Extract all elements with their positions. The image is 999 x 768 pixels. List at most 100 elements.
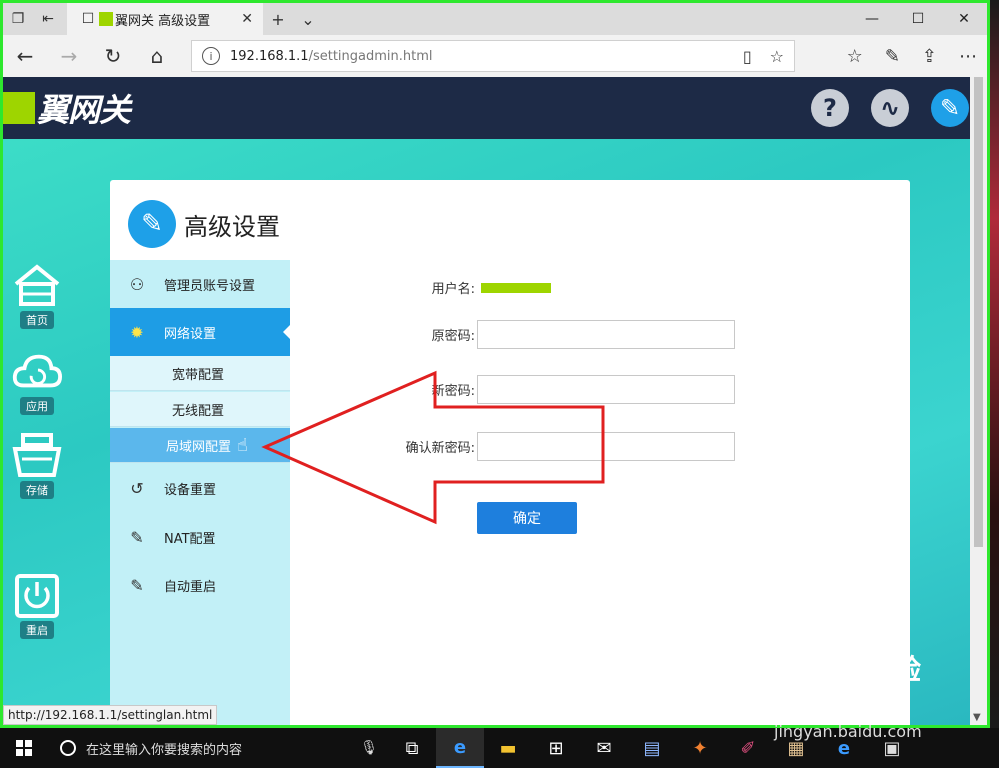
storage-basket-icon [12,433,62,479]
confirm-password-label: 确认新密码: [405,441,475,456]
taskbar-search-placeholder: 在这里输入你要搜索的内容 [86,742,243,758]
scroll-thumb[interactable] [974,77,983,547]
browser-toolbar: ☆ ✎ ⇪ ⋯ [847,35,977,77]
remote-desktop-icon[interactable]: ▤ [628,728,676,768]
store-icon[interactable]: ⊞ [532,728,580,768]
status-url-tooltip: http://192.168.1.1/settinglan.html [3,705,218,725]
edge-browser-icon[interactable]: e [436,728,484,768]
pen-notes-icon[interactable]: ✎ [885,46,900,67]
web-page: 翼网关 ? ∿ ✎ 首页 应用 存储 重启 ✎ 高级设置 ⚇ 管理员账号设置 ✹… [3,77,971,725]
url-field[interactable]: i 192.168.1.1 /settingadmin.html ▯ ☆ [191,40,795,72]
old-password-label: 原密码: [431,329,475,344]
settings-panel: ✎ 高级设置 ⚇ 管理员账号设置 ✹ 网络设置 宽带配置 无线配置 局域网配置 … [110,180,910,725]
settings-wrench-icon[interactable]: ✎ [931,89,969,127]
reading-view-icon[interactable]: ▯ [743,47,752,66]
back-button[interactable]: ← [3,35,47,77]
forward-button[interactable]: → [47,35,91,77]
nav-apps-label: 应用 [20,397,54,415]
menu-item-label: 设备重置 [164,482,217,498]
microphone-icon[interactable]: 🎙 [360,740,378,756]
settings-menu: ⚇ 管理员账号设置 ✹ 网络设置 宽带配置 无线配置 局域网配置 ☝ ↺ 设备重… [110,260,290,725]
watermark-suffix: 经验 [864,653,921,686]
scroll-down-icon[interactable]: ▼ [973,712,981,723]
nav-storage-label: 存储 [20,481,54,499]
address-bar-row: ← → ↻ ⌂ i 192.168.1.1 /settingadmin.html… [3,35,987,77]
menu-item-device-reset[interactable]: ↺ 设备重置 [110,464,290,512]
submenu-item-lan[interactable]: 局域网配置 ☝ [110,428,290,463]
share-icon[interactable]: ⇪ [922,46,937,67]
tab-list-chevron-icon[interactable]: ⌄ [293,10,323,29]
confirm-password-row: 确认新密码: [315,432,735,461]
site-info-icon[interactable]: i [202,47,220,65]
favicon-icon [99,12,113,26]
new-password-input[interactable] [477,375,735,404]
page-title: 高级设置 [184,212,280,241]
help-icon[interactable]: ? [811,89,849,127]
gear-icon: ✹ [130,322,144,342]
nav-storage[interactable]: 存储 [9,433,65,499]
confirm-button[interactable]: 确定 [477,502,577,534]
site-header: 翼网关 ? ∿ ✎ [3,77,971,139]
menu-item-label: 管理员账号设置 [164,278,256,294]
cortana-icon [60,740,76,756]
old-password-input[interactable] [477,320,735,349]
menu-item-label: NAT配置 [164,531,216,547]
submenu-item-label: 局域网配置 [166,439,232,455]
nav-apps[interactable]: 应用 [9,349,65,415]
start-button[interactable] [0,728,48,768]
paint-icon[interactable]: ✦ [676,728,724,768]
cloud-sync-icon [12,349,62,395]
paint-tool-icon[interactable]: ✐ [724,728,772,768]
menu-item-nat[interactable]: ✎ NAT配置 [110,513,290,561]
menu-item-auto-reboot[interactable]: ✎ 自动重启 [110,561,290,609]
new-password-row: 新密码: [315,375,735,404]
maximize-button[interactable]: ☐ [895,11,941,27]
refresh-button[interactable]: ↻ [91,35,135,77]
panel-header: ✎ 高级设置 [128,200,280,248]
nav-home[interactable]: 首页 [9,263,65,329]
tab-actions-icon[interactable]: ❐ [3,3,33,35]
more-options-icon[interactable]: ⋯ [959,46,977,67]
network-status-icon[interactable]: ∿ [871,89,909,127]
menu-item-label: 自动重启 [164,579,217,595]
url-host: 192.168.1.1 [230,48,309,64]
browser-tab[interactable]: ☐ 翼网关 高级设置 ✕ [67,3,263,35]
user-icon: ⚇ [129,274,145,294]
task-view-icon[interactable]: ⧉ [388,728,436,768]
home-button[interactable]: ⌂ [135,35,179,77]
submenu-item-wireless[interactable]: 无线配置 [110,392,290,427]
nav-reboot-label: 重启 [20,621,54,639]
background-edge [990,0,999,728]
minimize-button[interactable]: — [849,11,895,27]
taskbar-search[interactable]: 在这里输入你要搜索的内容 🎙 [48,728,388,768]
tab-close-icon[interactable]: ✕ [241,11,253,27]
nav-reboot[interactable]: 重启 [9,573,65,639]
nav-home-label: 首页 [20,311,54,329]
close-window-button[interactable]: ✕ [941,11,987,27]
page-scrollbar[interactable]: ▼ [970,77,987,725]
url-path: /settingadmin.html [308,48,433,64]
power-icon [12,573,62,619]
reset-icon: ↺ [130,478,144,498]
username-label: 用户名: [431,282,475,297]
username-row: 用户名: [315,278,551,297]
wrench-icon: ✎ [128,200,176,248]
favorite-star-icon[interactable]: ☆ [770,47,784,66]
confirm-password-input[interactable] [477,432,735,461]
wrench-icon: ✎ [130,527,144,547]
new-tab-button[interactable]: + [263,10,293,29]
menu-item-admin-account[interactable]: ⚇ 管理员账号设置 [110,260,290,308]
wrench-icon: ✎ [130,575,144,595]
submenu-item-broadband[interactable]: 宽带配置 [110,356,290,391]
favorites-hub-icon[interactable]: ☆ [847,46,863,67]
tab-aside-icon[interactable]: ⇤ [33,3,63,35]
logo-square [3,92,35,124]
baidu-watermark: Baidu 经验 [760,648,921,688]
logo-text: 翼网关 [37,91,131,129]
page-icon: ☐ [81,11,95,27]
header-icons: ? ∿ ✎ [811,89,969,127]
mail-icon[interactable]: ✉ [580,728,628,768]
menu-item-network[interactable]: ✹ 网络设置 [110,308,290,356]
old-password-row: 原密码: [315,320,735,349]
file-explorer-icon[interactable]: ▬ [484,728,532,768]
